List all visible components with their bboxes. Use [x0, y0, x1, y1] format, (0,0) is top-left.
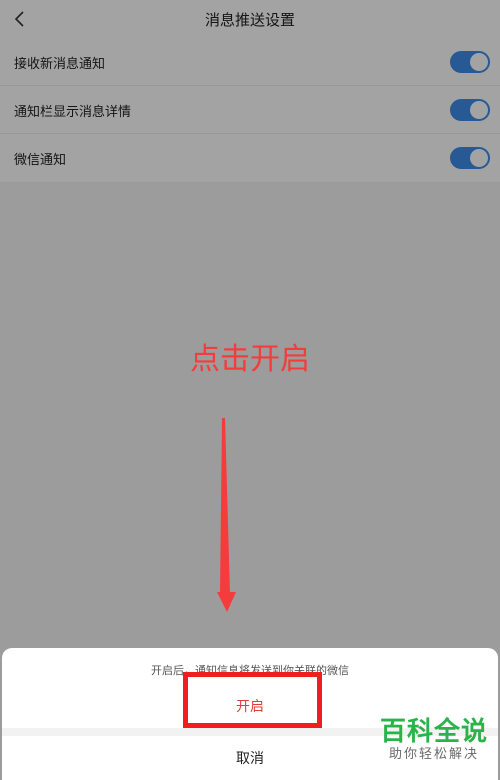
watermark-sub: 助你轻松解决	[388, 747, 479, 762]
annotation-highlight-box	[183, 672, 322, 728]
watermark-main: 百科全说	[379, 717, 488, 747]
watermark-logo: 百科全说 助你轻松解决	[380, 717, 488, 763]
